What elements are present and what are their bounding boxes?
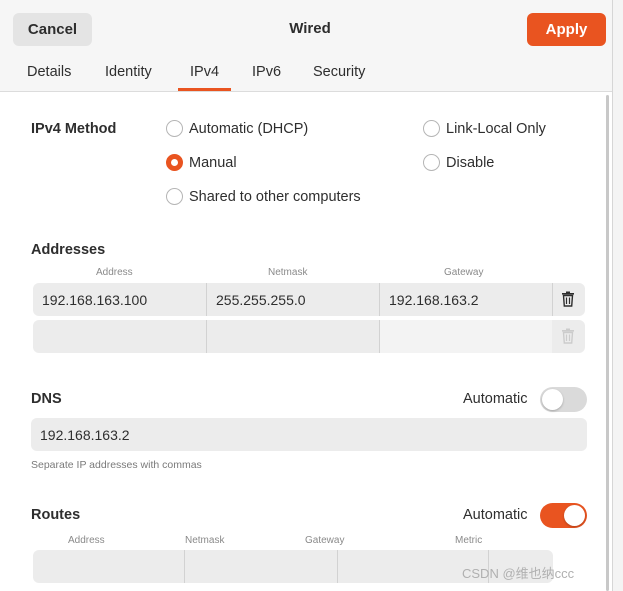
radio-button-icon bbox=[166, 120, 183, 137]
switch-knob bbox=[564, 505, 585, 526]
dns-automatic-switch[interactable] bbox=[540, 387, 587, 412]
radio-label: Automatic (DHCP) bbox=[189, 120, 309, 137]
apply-button[interactable]: Apply bbox=[527, 13, 606, 46]
dns-input[interactable]: 192.168.163.2 bbox=[31, 418, 587, 451]
routes-automatic-label: Automatic bbox=[463, 507, 528, 523]
radio-label: Manual bbox=[189, 154, 237, 171]
radio-link-local-only[interactable]: Link-Local Only bbox=[423, 120, 546, 137]
dns-automatic-label: Automatic bbox=[463, 391, 528, 407]
radio-button-icon bbox=[423, 120, 440, 137]
dns-hint: Separate IP addresses with commas bbox=[31, 459, 202, 471]
tab-bar: Details Identity IPv4 IPv6 Security bbox=[0, 54, 612, 92]
column-header-gateway: Gateway bbox=[444, 267, 484, 278]
routes-column-header-metric: Metric bbox=[455, 535, 483, 546]
routes-column-header-gateway: Gateway bbox=[305, 535, 345, 546]
column-header-address: Address bbox=[96, 267, 133, 278]
header-bar: Cancel Wired Apply bbox=[0, 0, 612, 55]
wired-settings-dialog: Cancel Wired Apply Details Identity IPv4… bbox=[0, 0, 613, 591]
ipv4-method-label: IPv4 Method bbox=[31, 121, 117, 137]
delete-trash-icon[interactable] bbox=[561, 291, 575, 307]
routes-automatic-switch[interactable] bbox=[540, 503, 587, 528]
radio-manual[interactable]: Manual bbox=[166, 154, 237, 171]
route-address-input[interactable] bbox=[33, 550, 184, 583]
radio-label: Link-Local Only bbox=[446, 120, 546, 137]
dns-label: DNS bbox=[31, 391, 62, 407]
tab-ipv6[interactable]: IPv6 bbox=[252, 64, 281, 90]
scrollbar[interactable] bbox=[606, 95, 609, 591]
dialog-title: Wired bbox=[289, 20, 331, 37]
radio-button-checked-icon bbox=[166, 154, 183, 171]
address-row: 192.168.163.100 255.255.255.0 192.168.16… bbox=[33, 283, 585, 316]
tab-details[interactable]: Details bbox=[27, 64, 71, 90]
radio-label: Shared to other computers bbox=[189, 188, 361, 205]
routes-label: Routes bbox=[31, 507, 81, 523]
watermark: CSDN @维也纳ccc bbox=[462, 566, 575, 581]
radio-automatic-dhcp[interactable]: Automatic (DHCP) bbox=[166, 120, 308, 137]
gateway-input[interactable]: 192.168.163.2 bbox=[380, 283, 552, 316]
column-divider bbox=[552, 283, 553, 316]
netmask-input[interactable]: 255.255.255.0 bbox=[207, 283, 379, 316]
radio-shared-to-other-computers[interactable]: Shared to other computers bbox=[166, 188, 361, 205]
address-input[interactable]: 192.168.163.100 bbox=[33, 283, 206, 316]
tab-identity[interactable]: Identity bbox=[105, 64, 152, 90]
radio-button-icon bbox=[166, 188, 183, 205]
netmask-input[interactable] bbox=[207, 320, 379, 353]
cancel-button[interactable]: Cancel bbox=[13, 13, 92, 46]
radio-button-icon bbox=[423, 154, 440, 171]
tab-ipv4[interactable]: IPv4 bbox=[178, 64, 232, 91]
routes-column-header-address: Address bbox=[68, 535, 105, 546]
address-row-empty bbox=[33, 320, 585, 353]
column-header-netmask: Netmask bbox=[268, 267, 308, 278]
gateway-input[interactable] bbox=[380, 320, 552, 353]
address-input[interactable] bbox=[33, 320, 206, 353]
addresses-label: Addresses bbox=[31, 242, 106, 258]
delete-trash-icon-disabled bbox=[562, 328, 574, 344]
tab-security[interactable]: Security bbox=[313, 64, 365, 90]
routes-column-header-netmask: Netmask bbox=[185, 535, 225, 546]
switch-knob bbox=[542, 389, 563, 410]
route-netmask-input[interactable] bbox=[185, 550, 337, 583]
radio-disable[interactable]: Disable bbox=[423, 154, 494, 171]
radio-label: Disable bbox=[446, 154, 495, 171]
